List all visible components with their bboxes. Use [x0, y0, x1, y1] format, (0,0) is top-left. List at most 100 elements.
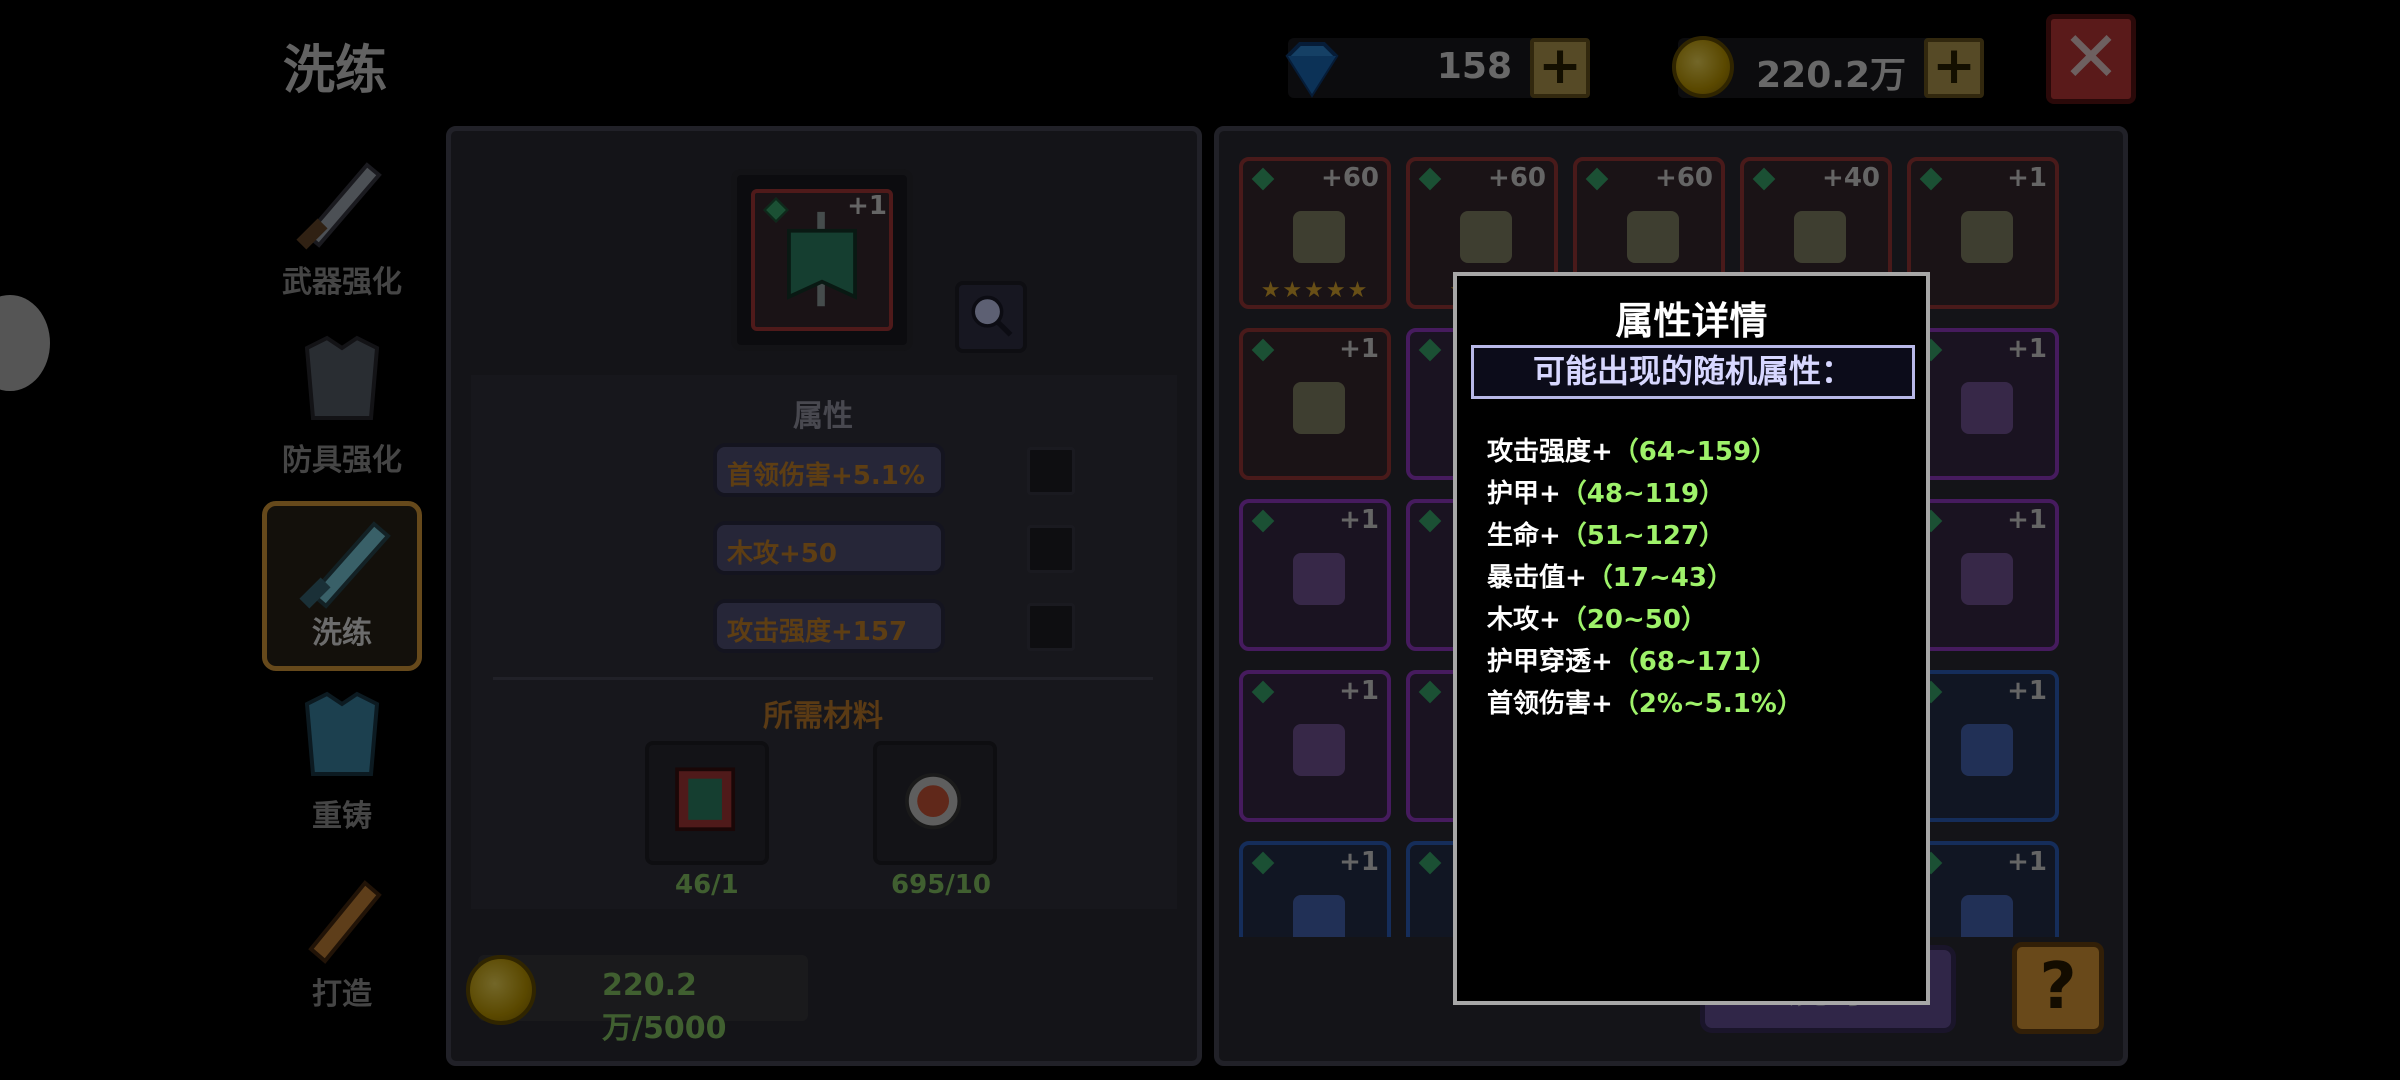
add-gems-button[interactable]: +: [1530, 38, 1590, 98]
stat-name: 护甲穿透+: [1487, 647, 1613, 677]
modal-title: 属性详情: [1615, 299, 1768, 343]
gold-coin-icon: [466, 955, 536, 1025]
magnify-button[interactable]: [955, 281, 1027, 353]
floating-assist-button[interactable]: [0, 295, 50, 391]
refine-panel: +1 属性 首领伤害+5.1% 木攻+50 攻击强度+157 所需材料 46/1…: [446, 126, 1202, 1066]
stat-range: （68~171）: [1612, 647, 1778, 677]
item-level: +1: [2007, 505, 2047, 535]
item-level: +1: [2007, 847, 2047, 877]
item-level: +1: [847, 191, 887, 221]
add-gold-button[interactable]: +: [1924, 38, 1984, 98]
stat-name: 木攻+: [1487, 605, 1561, 635]
sidebar-item-label: 打造: [312, 977, 372, 1012]
green-rifle-icon: [1961, 553, 2013, 605]
stat-range: （51~127）: [1560, 521, 1726, 551]
rarity-gem-icon: [1251, 680, 1275, 704]
material-slot[interactable]: [645, 741, 769, 865]
lock-checkbox[interactable]: [1027, 603, 1075, 651]
item-level: +1: [2007, 676, 2047, 706]
attribute-row: 木攻+50: [713, 521, 945, 575]
flame-staff-icon: [1627, 211, 1679, 263]
banner-material-icon: [675, 767, 736, 832]
page-title: 洗练: [283, 41, 388, 101]
rarity-gem-icon: [1919, 167, 1943, 191]
fruit-basket-icon: [1293, 724, 1345, 776]
refine-sword-icon: [299, 521, 391, 609]
materials-title: 所需材料: [763, 699, 883, 734]
inventory-slot[interactable]: +1: [1239, 841, 1391, 937]
item-icon: [1293, 895, 1345, 937]
rarity-gem-icon: [1752, 167, 1776, 191]
close-button[interactable]: ✕: [2046, 14, 2136, 104]
refine-stone-icon: [905, 773, 962, 830]
crown-icon: [1293, 553, 1345, 605]
selected-item-slot[interactable]: +1: [731, 169, 913, 351]
item-level: +60: [1321, 163, 1379, 193]
blue-gem-icon: [1285, 42, 1339, 98]
gem-count: 158: [1436, 46, 1512, 87]
rarity-gem-icon: [1251, 167, 1275, 191]
inventory-slot[interactable]: +60 ★★★★★: [1239, 157, 1391, 309]
stat-range: （64~159）: [1612, 437, 1778, 467]
material-slot[interactable]: [873, 741, 997, 865]
stat-line: 护甲+（48~119）: [1487, 473, 1725, 510]
item-level: +1: [1339, 847, 1379, 877]
stat-line: 暴击值+（17~43）: [1487, 557, 1733, 594]
attribute-row: 攻击强度+157: [713, 599, 945, 653]
armor-upgrade-icon: [304, 335, 380, 420]
item-level: +1: [1339, 334, 1379, 364]
sidebar-item-armor-upgrade[interactable]: 防具强化: [262, 323, 422, 493]
gold-counter: 220.2万 +: [1672, 36, 1984, 98]
stat-line: 攻击强度+（64~159）: [1487, 431, 1777, 468]
sidebar-item-label: 洗练: [312, 616, 372, 651]
inventory-slot[interactable]: +1: [1239, 328, 1391, 480]
item-level: +60: [1488, 163, 1546, 193]
attributes-box: 属性 首领伤害+5.1% 木攻+50 攻击强度+157 所需材料 46/1 69…: [471, 375, 1177, 909]
stat-name: 暴击值+: [1487, 563, 1587, 593]
rarity-gem-icon: [1251, 851, 1275, 875]
rarity-gem-icon: [1418, 338, 1442, 362]
stat-range: （17~43）: [1586, 563, 1733, 593]
sidebar-item-weapon-upgrade[interactable]: 武器强化: [262, 145, 422, 315]
lock-checkbox[interactable]: [1027, 447, 1075, 495]
stat-line: 生命+（51~127）: [1487, 515, 1725, 552]
golden-ring-icon: [1460, 211, 1512, 263]
attribute-row: 首领伤害+5.1%: [713, 443, 945, 497]
gold-coin-icon: [1672, 36, 1734, 98]
stat-line: 木攻+（20~50）: [1487, 599, 1707, 636]
sidebar-item-label: 重铸: [312, 799, 372, 834]
sidebar-item-reforge[interactable]: 重铸: [262, 679, 422, 849]
item-level: +60: [1655, 163, 1713, 193]
stat-line: 首领伤害+（2%~5.1%）: [1487, 683, 1803, 720]
rarity-gem-icon: [1251, 509, 1275, 533]
item-level: +40: [1822, 163, 1880, 193]
lantern-icon: [1293, 382, 1345, 434]
stat-name: 首领伤害+: [1487, 689, 1613, 719]
inventory-slot[interactable]: +1: [1239, 499, 1391, 651]
magnifier-icon: [971, 295, 1013, 337]
help-button[interactable]: ?: [2012, 942, 2104, 1034]
attribute-details-modal[interactable]: 属性详情 可能出现的随机属性： 攻击强度+（64~159） 护甲+（48~119…: [1453, 272, 1930, 1005]
sidebar-item-refine[interactable]: 洗练: [262, 501, 422, 671]
item-level: +1: [1339, 505, 1379, 535]
lock-checkbox[interactable]: [1027, 525, 1075, 573]
modal-subtitle: 可能出现的随机属性：: [1471, 345, 1915, 399]
inventory-slot[interactable]: +1: [1239, 670, 1391, 822]
gold-count: 220.2万: [1756, 55, 1906, 96]
stat-name: 生命+: [1487, 521, 1561, 551]
forge-icon: [308, 880, 382, 964]
item-level: +1: [2007, 163, 2047, 193]
stat-name: 护甲+: [1487, 479, 1561, 509]
bone-weapon-icon: [1794, 211, 1846, 263]
rarity-gem-icon: [1251, 338, 1275, 362]
stat-name: 攻击强度+: [1487, 437, 1613, 467]
stat-line: 护甲穿透+（68~171）: [1487, 641, 1777, 678]
sidebar-item-forge[interactable]: 打造: [262, 857, 422, 1027]
cost-value: 220.2万/5000: [602, 968, 727, 1046]
crystal-sword-icon: [1961, 382, 2013, 434]
stat-range: （48~119）: [1560, 479, 1726, 509]
sword-upgrade-icon: [296, 162, 382, 250]
item-icon: [1961, 895, 2013, 937]
material-count: 695/10: [891, 870, 991, 900]
rarity-gem-icon: [1418, 167, 1442, 191]
